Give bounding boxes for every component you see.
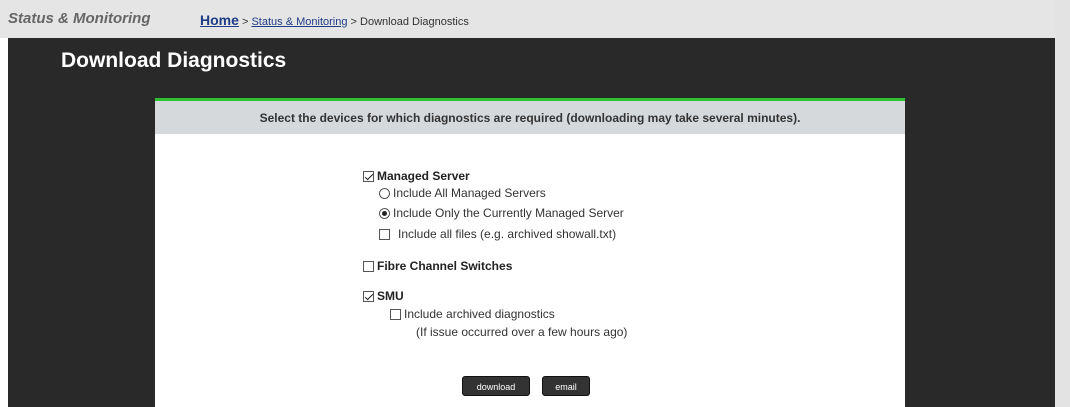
page: Status & Monitoring Home > Status & Moni… bbox=[0, 0, 1055, 407]
download-button[interactable]: download bbox=[462, 376, 530, 396]
include-all-files-label: Include all files (e.g. archived showall… bbox=[398, 227, 617, 241]
archived-diagnostics-note: (If issue occurred over a few hours ago) bbox=[416, 325, 628, 339]
include-all-servers-label: Include All Managed Servers bbox=[393, 186, 546, 200]
include-all-servers-radio[interactable] bbox=[379, 187, 390, 199]
breadcrumb-current: Download Diagnostics bbox=[360, 16, 469, 28]
fibre-channel-option[interactable]: Fibre Channel Switches bbox=[363, 259, 512, 273]
panel-header: Select the devices for which diagnostics… bbox=[155, 98, 905, 134]
managed-server-checkbox[interactable] bbox=[363, 170, 374, 182]
breadcrumb: Home > Status & Monitoring > Download Di… bbox=[200, 12, 469, 28]
smu-label: SMU bbox=[377, 289, 404, 303]
archived-diagnostics-option[interactable]: Include archived diagnostics bbox=[390, 307, 555, 321]
include-current-server-radio[interactable] bbox=[379, 207, 390, 219]
include-current-server-label: Include Only the Currently Managed Serve… bbox=[393, 206, 624, 220]
smu-option[interactable]: SMU bbox=[363, 289, 404, 303]
breadcrumb-separator: > bbox=[350, 16, 357, 28]
smu-checkbox[interactable] bbox=[363, 290, 374, 302]
include-all-files-option[interactable]: Include all files (e.g. archived showall… bbox=[379, 227, 616, 241]
include-all-servers-option[interactable]: Include All Managed Servers bbox=[379, 186, 546, 200]
breadcrumb-home-link[interactable]: Home bbox=[200, 12, 239, 28]
top-bar: Status & Monitoring Home > Status & Moni… bbox=[0, 0, 1055, 38]
fibre-channel-label: Fibre Channel Switches bbox=[377, 259, 513, 273]
include-all-files-checkbox[interactable] bbox=[379, 228, 390, 240]
managed-server-option[interactable]: Managed Server bbox=[363, 169, 470, 183]
archived-diagnostics-label: Include archived diagnostics bbox=[404, 307, 555, 321]
archived-diagnostics-checkbox[interactable] bbox=[390, 308, 401, 320]
managed-server-label: Managed Server bbox=[377, 169, 470, 183]
page-title: Download Diagnostics bbox=[61, 49, 287, 72]
breadcrumb-status-link[interactable]: Status & Monitoring bbox=[251, 16, 347, 28]
panel-header-text: Select the devices for which diagnostics… bbox=[259, 111, 801, 125]
include-current-server-option[interactable]: Include Only the Currently Managed Serve… bbox=[379, 206, 624, 220]
email-button[interactable]: email bbox=[542, 376, 590, 396]
diagnostics-panel: Select the devices for which diagnostics… bbox=[155, 98, 905, 407]
section-title: Status & Monitoring bbox=[8, 10, 151, 27]
fibre-channel-checkbox[interactable] bbox=[363, 260, 374, 272]
scrollbar-track[interactable] bbox=[1055, 0, 1070, 407]
breadcrumb-separator: > bbox=[241, 16, 249, 28]
